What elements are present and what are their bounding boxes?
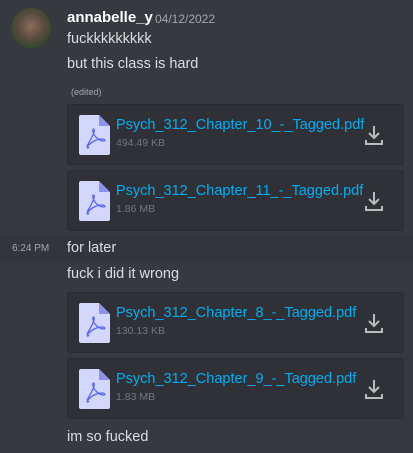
attachment-filename-link[interactable]: Psych_312_Chapter_10_-_Tagged.pdf bbox=[116, 117, 364, 133]
attachment-file-size: 130.13 KB bbox=[116, 325, 166, 337]
download-icon[interactable] bbox=[365, 313, 383, 333]
hovered-message-row bbox=[0, 235, 413, 263]
username[interactable]: annabelle_y bbox=[67, 9, 153, 26]
download-icon[interactable] bbox=[365, 191, 383, 211]
attachment-file-size: 494.49 KB bbox=[116, 137, 166, 149]
message-timestamp: 04/12/2022 bbox=[155, 12, 216, 26]
message-text: fuckkkkkkkkk bbox=[67, 31, 152, 47]
file-attachment: Psych_312_Chapter_11_-_Tagged.pdf 1.86 M… bbox=[67, 170, 404, 231]
pdf-file-icon bbox=[79, 181, 110, 221]
file-attachment: Psych_312_Chapter_8_-_Tagged.pdf 130.13 … bbox=[67, 292, 404, 353]
edited-label: (edited) bbox=[71, 87, 102, 97]
attachment-file-size: 1.86 MB bbox=[116, 203, 156, 215]
pdf-file-icon bbox=[79, 115, 110, 155]
download-icon[interactable] bbox=[365, 125, 383, 145]
attachment-file-size: 1.83 MB bbox=[116, 391, 156, 403]
file-attachment: Psych_312_Chapter_9_-_Tagged.pdf 1.83 MB bbox=[67, 358, 404, 419]
avatar[interactable] bbox=[11, 8, 51, 48]
message-text: im so fucked bbox=[67, 429, 149, 445]
message-text: for later bbox=[67, 240, 117, 256]
message-text: fuck i did it wrong bbox=[67, 266, 180, 282]
download-icon[interactable] bbox=[365, 379, 383, 399]
message-time: 6:24 PM bbox=[12, 243, 50, 254]
attachment-filename-link[interactable]: Psych_312_Chapter_8_-_Tagged.pdf bbox=[116, 305, 356, 321]
file-attachment: Psych_312_Chapter_10_-_Tagged.pdf 494.49… bbox=[67, 104, 404, 165]
message-text: but this class is hard bbox=[67, 56, 199, 72]
pdf-file-icon bbox=[79, 369, 110, 409]
attachment-filename-link[interactable]: Psych_312_Chapter_9_-_Tagged.pdf bbox=[116, 371, 356, 387]
attachment-filename-link[interactable]: Psych_312_Chapter_11_-_Tagged.pdf bbox=[116, 183, 363, 199]
pdf-file-icon bbox=[79, 303, 110, 343]
